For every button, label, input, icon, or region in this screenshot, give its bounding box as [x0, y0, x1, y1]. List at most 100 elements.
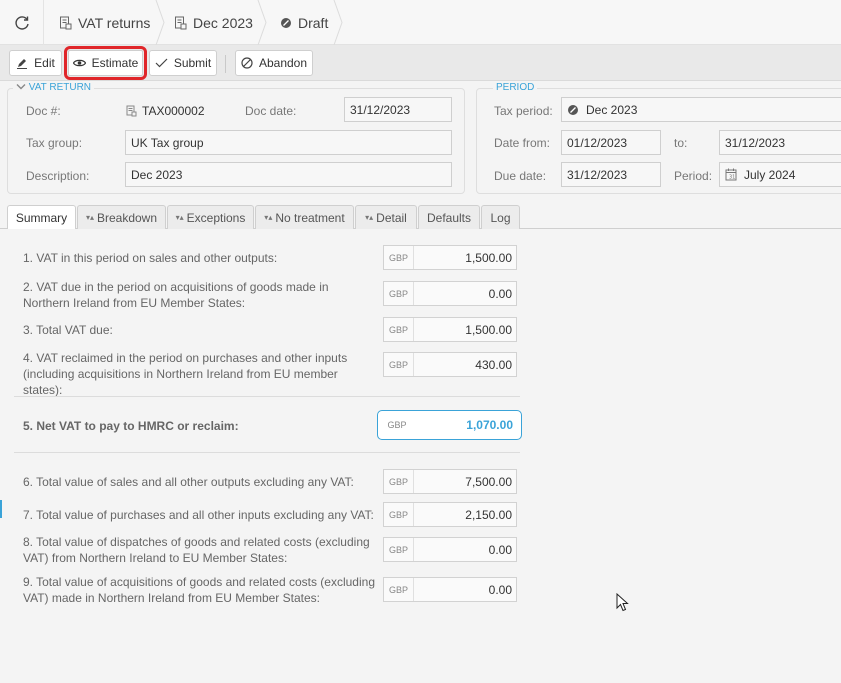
amount: 1,500.00: [465, 250, 512, 265]
period-field[interactable]: 31 July 2024: [719, 162, 841, 187]
doc-date-field[interactable]: 31/12/2023: [344, 97, 452, 122]
divider: [14, 452, 520, 453]
date-to-field[interactable]: 31/12/2023: [719, 130, 841, 155]
currency-label: GBP: [384, 318, 414, 341]
eye-icon: [72, 58, 86, 68]
vat-return-legend[interactable]: VAT RETURN: [13, 82, 95, 93]
breadcrumb-item-period[interactable]: Dec 2023: [174, 0, 253, 45]
tab-detail[interactable]: ▾▴ Detail: [355, 205, 417, 229]
currency-label: GBP: [384, 503, 414, 526]
tab-bar: Summary ▾▴ Breakdown ▾▴ Exceptions ▾▴ No tr…: [0, 205, 841, 230]
tax-period-text: Dec 2023: [586, 102, 638, 117]
date-to-label: to:: [674, 136, 688, 150]
tab-label: Exceptions: [186, 210, 246, 225]
amount: 430.00: [475, 357, 512, 372]
currency-label: GBP: [384, 470, 414, 493]
doc-no-label: Doc #:: [26, 104, 61, 118]
line-2-value: GBP 0.00: [383, 281, 517, 306]
tab-no-treatment[interactable]: ▾▴ No treatment: [255, 205, 354, 229]
chevron-separator: [333, 0, 343, 45]
period-label: Period:: [674, 169, 713, 183]
date-from-label: Date from:: [494, 136, 551, 150]
document-icon: [126, 105, 137, 117]
amount: 1,500.00: [465, 322, 512, 337]
breadcrumb-label: Draft: [298, 14, 329, 31]
amount: 2,150.00: [465, 507, 512, 522]
description-label: Description:: [26, 169, 90, 183]
toolbar-divider: [225, 55, 226, 73]
tab-label: Breakdown: [96, 210, 158, 225]
currency-label: GBP: [384, 578, 414, 601]
currency-label: GBP: [384, 538, 414, 561]
amount: 0.00: [488, 286, 512, 301]
period-text: July 2024: [744, 167, 796, 182]
line-3-value: GBP 1,500.00: [383, 317, 517, 342]
line-6-label: 6. Total value of sales and all other ou…: [23, 475, 354, 489]
doc-date-label: Doc date:: [245, 104, 297, 118]
line-9-value: GBP 0.00: [383, 577, 517, 602]
tab-defaults[interactable]: Defaults: [418, 205, 480, 229]
breadcrumb-label: Dec 2023: [193, 14, 253, 31]
tab-label: No treatment: [275, 210, 345, 225]
tab-log[interactable]: Log: [481, 205, 520, 229]
currency-label: GBP: [384, 353, 414, 376]
draft-icon: [567, 104, 579, 116]
abandon-label: Abandon: [258, 56, 308, 70]
cancel-icon: [241, 57, 253, 69]
breadcrumb-label: VAT returns: [78, 14, 151, 31]
tax-period-label: Tax period:: [494, 104, 553, 118]
breadcrumb-item-status[interactable]: Draft: [280, 0, 328, 45]
check-icon: [155, 58, 168, 68]
line-1-value: GBP 1,500.00: [383, 245, 517, 270]
amount: 1,070.00: [466, 418, 513, 432]
chevron-separator: [257, 0, 267, 45]
tax-group-field[interactable]: UK Tax group: [125, 130, 452, 155]
refresh-icon[interactable]: [0, 0, 44, 45]
line-8-value: GBP 0.00: [383, 537, 517, 562]
draft-icon: [280, 17, 292, 29]
chevron-down-icon: [16, 84, 26, 90]
line-5-label: 5. Net VAT to pay to HMRC or reclaim:: [23, 419, 239, 433]
amount: 0.00: [488, 582, 512, 597]
submit-button[interactable]: Submit: [149, 50, 217, 76]
filter-icon: ▾▴: [175, 213, 184, 222]
description-field[interactable]: Dec 2023: [125, 162, 452, 187]
filter-icon: ▾▴: [264, 213, 273, 222]
document-icon: [174, 16, 187, 30]
date-from-field[interactable]: 01/12/2023: [561, 130, 661, 155]
breadcrumb-item-vat-returns[interactable]: VAT returns: [59, 0, 150, 45]
doc-no-value[interactable]: TAX000002: [126, 103, 205, 119]
line-9-label: 9. Total value of acquisitions of goods …: [23, 575, 375, 605]
filter-icon: ▾▴: [85, 213, 94, 222]
net-vat-value: GBP 1,070.00: [377, 410, 522, 440]
submit-label: Submit: [173, 56, 212, 70]
line-4-value: GBP 430.00: [383, 352, 517, 377]
estimate-label: Estimate: [91, 56, 139, 70]
tax-period-field[interactable]: Dec 2023: [561, 97, 841, 122]
filter-icon: ▾▴: [365, 213, 374, 222]
vat-return-legend-label: VAT RETURN: [28, 82, 92, 93]
abandon-button[interactable]: Abandon: [235, 50, 313, 76]
line-7-value: GBP 2,150.00: [383, 502, 517, 527]
tab-breakdown[interactable]: ▾▴ Breakdown: [77, 205, 166, 229]
pencil-icon: [16, 57, 28, 69]
tax-group-label: Tax group:: [26, 136, 83, 150]
line-1-label: 1. VAT in this period on sales and other…: [23, 251, 278, 265]
line-8-label: 8. Total value of dispatches of goods an…: [23, 535, 370, 565]
tab-summary[interactable]: Summary: [7, 205, 76, 230]
toolbar: Edit Estimate Submit Abandon: [0, 45, 841, 81]
doc-no-text: TAX000002: [142, 104, 205, 118]
line-7-label: 7. Total value of purchases and all othe…: [23, 508, 374, 522]
currency-label: GBP: [384, 246, 414, 269]
amount: 0.00: [488, 542, 512, 557]
estimate-button[interactable]: Estimate: [64, 46, 147, 80]
due-date-field[interactable]: 31/12/2023: [561, 162, 661, 187]
line-3-label: 3. Total VAT due:: [23, 323, 113, 337]
edit-label: Edit: [34, 56, 55, 70]
edit-button[interactable]: Edit: [9, 50, 62, 76]
breadcrumb: VAT returns Dec 2023 Draft: [0, 0, 841, 45]
tab-exceptions[interactable]: ▾▴ Exceptions: [167, 205, 254, 229]
period-legend: PERIOD: [493, 82, 538, 93]
chevron-separator: [155, 0, 165, 45]
mouse-cursor-icon: [616, 593, 629, 612]
